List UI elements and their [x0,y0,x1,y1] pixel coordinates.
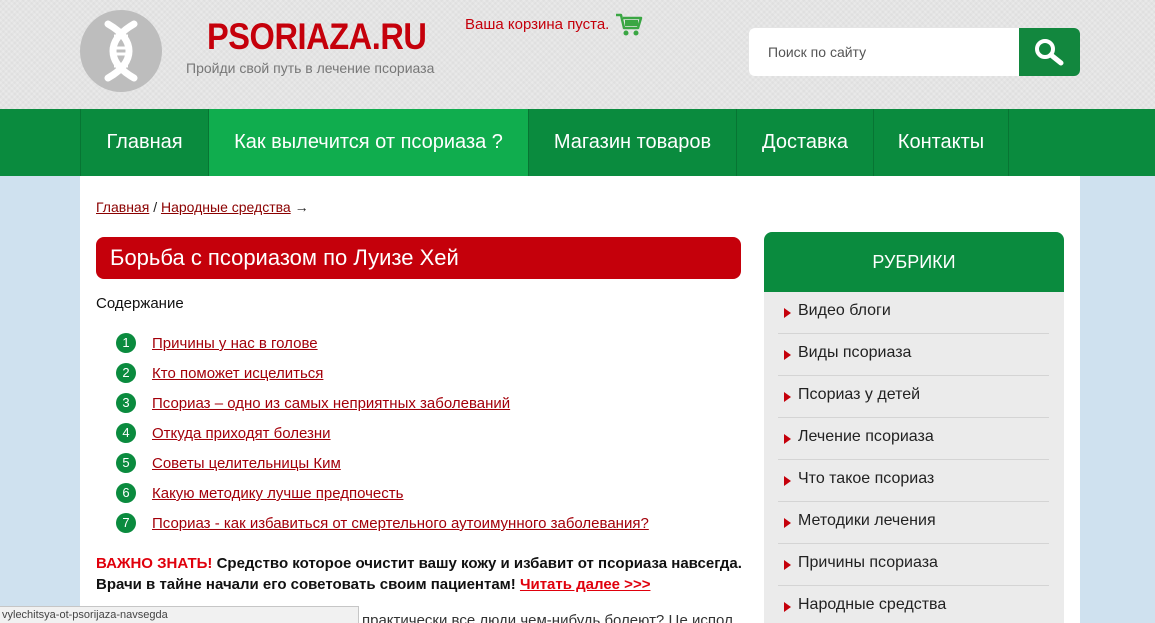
rubric-item[interactable]: Народные средства [778,586,1049,623]
rubric-item[interactable]: Лечение псориаза [778,418,1049,460]
toc-number: 1 [116,333,136,353]
arrow-right-icon [784,308,791,318]
important-notice: ВАЖНО ЗНАТЬ! Средство которое очистит ва… [96,553,746,595]
arrow-right-icon [784,560,791,570]
read-more-link[interactable]: Читать далее >>> [520,576,651,593]
search-input[interactable] [749,28,1021,76]
browser-status-url: vylechitsya-ot-psorijaza-navsegda [0,606,359,623]
site-tagline: Пройди свой путь в лечение псориаза [186,60,435,76]
rubric-label[interactable]: Видео блоги [798,302,891,320]
toc-link[interactable]: Псориаз - как избавиться от смертельного… [152,515,649,532]
toc-number: 6 [116,483,136,503]
rubric-label[interactable]: Псориаз у детей [798,386,920,404]
toc-number: 2 [116,363,136,383]
site-header: PSORIAZA.RU Пройди свой путь в лечение п… [0,0,1155,109]
rubrics-heading: РУБРИКИ [764,232,1064,292]
breadcrumb-section-link[interactable]: Народные средства [161,199,291,215]
dna-logo-icon[interactable] [80,10,162,92]
rubric-label[interactable]: Что такое псориаз [798,470,934,488]
rubric-label[interactable]: Методики лечения [798,512,936,530]
breadcrumb-home-link[interactable]: Главная [96,199,149,215]
main-nav: Главная Как вылечится от псориаза ? Мага… [0,109,1155,176]
search-box [749,28,1021,76]
nav-item-delivery[interactable]: Доставка [736,109,873,176]
nav-item-shop[interactable]: Магазин товаров [528,109,736,176]
toc-link[interactable]: Какую методику лучше предпочесть [152,485,403,502]
toc-number: 7 [116,513,136,533]
toc-link[interactable]: Кто поможет исцелиться [152,365,323,382]
rubric-label[interactable]: Виды псориаза [798,344,911,362]
breadcrumb-arrow: → [294,199,309,215]
rubric-label[interactable]: Народные средства [798,596,946,614]
arrow-right-icon [784,518,791,528]
toc-number: 5 [116,453,136,473]
rubric-label[interactable]: Лечение псориаза [798,428,934,446]
toc-number: 4 [116,423,136,443]
arrow-right-icon [784,476,791,486]
rubric-item[interactable]: Причины псориаза [778,544,1049,586]
article-title: Борьба с псориазом по Луизе Хей [96,237,741,279]
rubric-item[interactable]: Виды псориаза [778,334,1049,376]
cart-icon[interactable] [615,12,643,43]
toc-link[interactable]: Советы целительницы Ким [152,455,341,472]
arrow-right-icon [784,392,791,402]
site-title[interactable]: PSORIAZA.RU [207,16,427,58]
rubric-label[interactable]: Причины псориаза [798,554,938,572]
breadcrumb-separator: / [153,199,158,215]
rubric-item[interactable]: Что такое псориаз [778,460,1049,502]
article-body-text: ь практически все люди чем-нибудь болеют… [350,612,733,623]
search-button[interactable] [1019,28,1080,76]
toc-link[interactable]: Откуда приходят болезни [152,425,331,442]
nav-item-home[interactable]: Главная [80,109,208,176]
important-label: ВАЖНО ЗНАТЬ! [96,555,213,572]
nav-item-contacts[interactable]: Контакты [873,109,1009,176]
toc-link[interactable]: Псориаз – одно из самых неприятных забол… [152,395,510,412]
nav-item-how-to-cure[interactable]: Как вылечится от псориаза ? [208,109,528,176]
arrow-right-icon [784,602,791,612]
arrow-right-icon [784,434,791,444]
arrow-right-icon [784,350,791,360]
rubrics-list: Видео блоги Виды псориаза Псориаз у дете… [764,292,1064,623]
rubric-item[interactable]: Псориаз у детей [778,376,1049,418]
rubric-item[interactable]: Методики лечения [778,502,1049,544]
search-icon [1035,39,1064,66]
rubric-item[interactable]: Видео блоги [778,292,1049,334]
toc-label: Содержание [96,295,184,312]
breadcrumb: Главная / Народные средства → [96,199,309,215]
cart-status[interactable]: Ваша корзина пуста. [465,16,609,33]
toc-link[interactable]: Причины у нас в голове [152,335,318,352]
toc-number: 3 [116,393,136,413]
